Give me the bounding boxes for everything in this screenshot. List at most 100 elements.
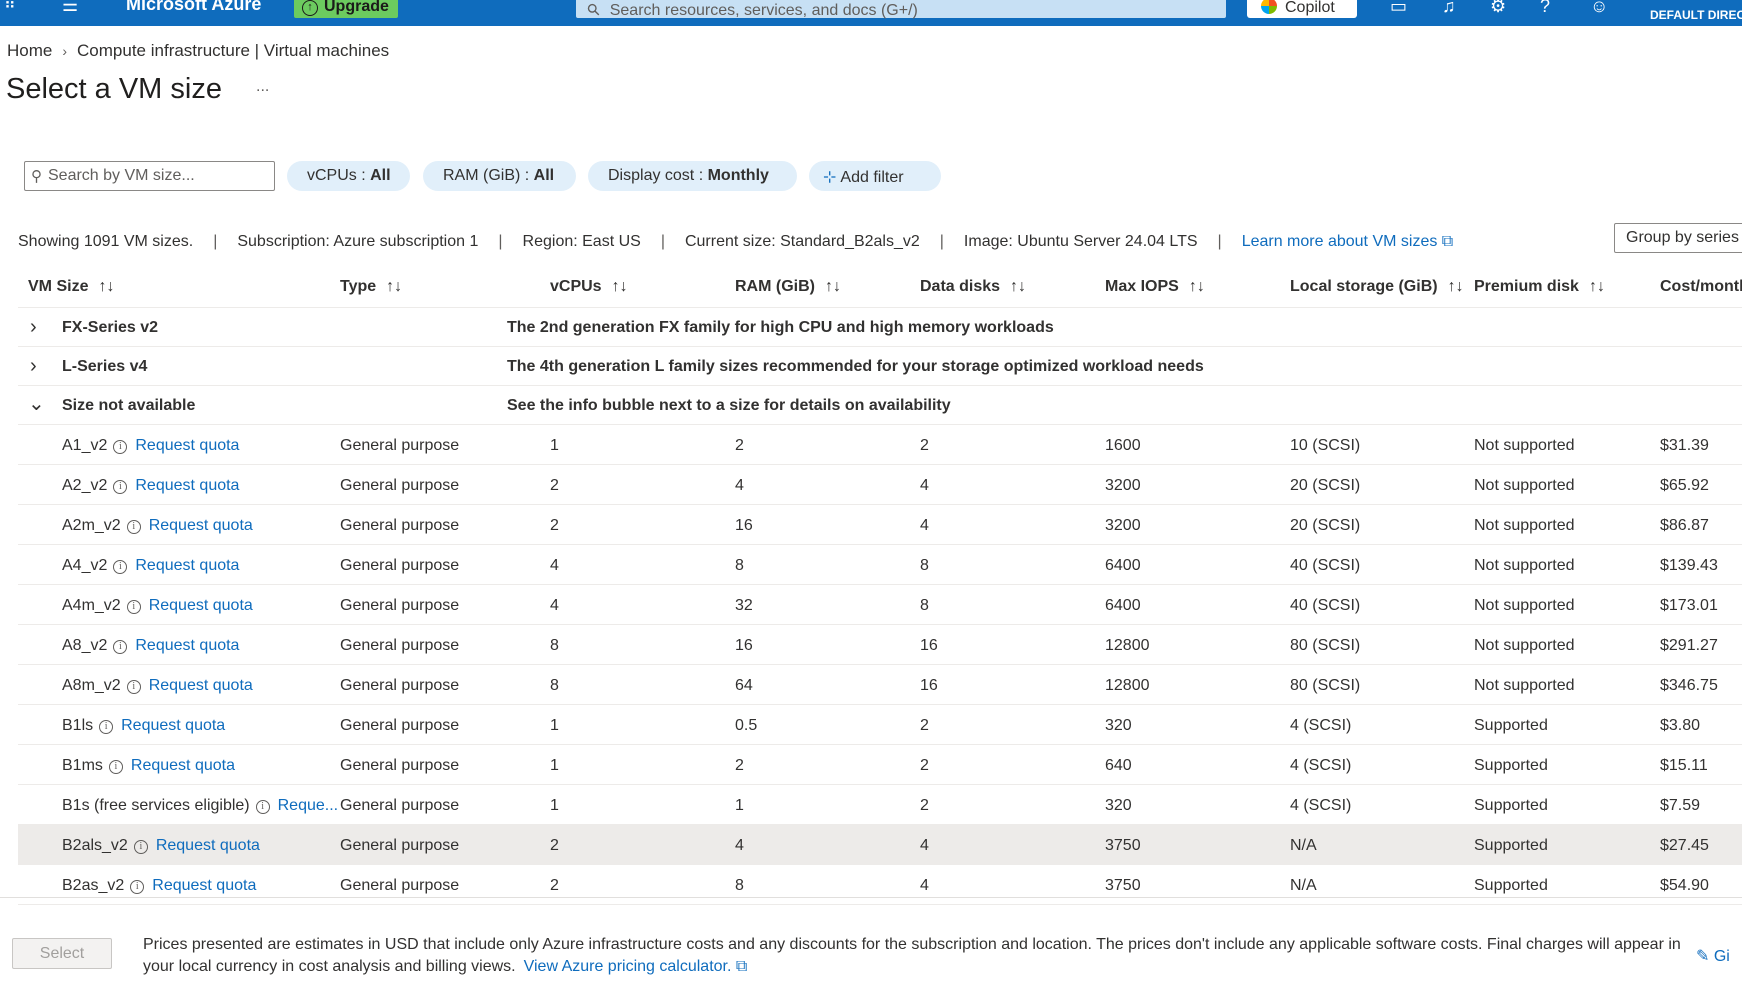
ram-cell: 0.5 [735,717,758,734]
table-row[interactable]: A8m_v2 i Request quota General purpose 8 64 16… [18,665,1742,705]
notifications-icon[interactable]: ♫ [1442,0,1456,17]
info-icon[interactable]: i [113,560,128,574]
table-row[interactable]: A2m_v2 i Request quota General purpose 2 16 4 3… [18,505,1742,545]
menu-icon[interactable]: ☰ [62,0,78,16]
add-filter-button[interactable]: ⊹ Add filter [809,161,941,191]
global-search-input[interactable]: ⚲ Search resources, services, and docs (G… [576,0,1226,21]
request-quota-link[interactable]: Request quota [149,597,253,614]
column-header-local-storage[interactable]: Local storage (GiB) ↑↓ [1290,278,1464,296]
app-launcher-icon[interactable]: ⠿ [4,0,17,14]
brand-name[interactable]: Microsoft Azure [126,0,261,15]
current-size-info: Current size: Standard_B2als_v2 [684,233,920,250]
feedback-person-icon[interactable]: ☺ [1590,0,1608,17]
table-row[interactable]: B2als_v2 i Request quota General purpose 2 4 4… [18,825,1742,865]
vm-size-cell: A4_v2 i Request quota [62,557,239,575]
request-quota-link[interactable]: Request quota [135,437,239,454]
copilot-button[interactable]: Copilot [1247,0,1357,18]
info-icon[interactable]: i [126,600,141,614]
vm-size-search-input[interactable] [48,167,258,185]
info-icon[interactable]: i [108,760,123,774]
display-cost-filter[interactable]: Display cost : Monthly [588,161,797,191]
table-row[interactable]: A4m_v2 i Request quota General purpose 4 32 8 6… [18,585,1742,625]
chevron-right-icon[interactable]: › [30,355,37,378]
ram-filter[interactable]: RAM (GiB) : All [423,161,576,191]
request-quota-link[interactable]: Request quota [135,477,239,494]
group-by-series-button[interactable]: Group by series [1614,223,1742,253]
sort-icon: ↑↓ [1447,278,1464,295]
column-header-data-disks[interactable]: Data disks ↑↓ [920,278,1026,296]
column-header-vm-size[interactable]: VM Size ↑↓ [28,278,114,296]
learn-more-link[interactable]: Learn more about VM sizes ⧉ [1242,233,1454,250]
group-row-fx-series-v2[interactable]: › FX-Series v2 The 2nd generation FX fam… [18,308,1742,347]
pricing-calculator-link[interactable]: View Azure pricing calculator. ⧉ [524,958,748,975]
disks-cell: 16 [920,677,938,694]
select-button[interactable]: Select [12,938,112,969]
request-quota-link[interactable]: Request quota [152,877,256,894]
more-options-icon[interactable]: ... [256,78,269,96]
vm-size-cell: B1ms i Request quota [62,757,235,775]
table-row[interactable]: B1ls i Request quota General purpose 1 0.5 2 32… [18,705,1742,745]
vcpus-filter[interactable]: vCPUs : All [287,161,410,191]
account-menu[interactable]: DEFAULT DIRECT [1650,0,1742,22]
storage-cell: 80 (SCSI) [1290,637,1361,654]
group-row-l-series-v4[interactable]: › L-Series v4 The 4th generation L famil… [18,347,1742,386]
table-row[interactable]: A2_v2 i Request quota General purpose 2 4 4 320… [18,465,1742,505]
info-icon[interactable]: i [113,640,128,654]
iops-cell: 12800 [1105,637,1150,654]
request-quota-link[interactable]: Request quota [131,757,235,774]
header-label: vCPUs [550,278,602,295]
copilot-icon [1261,0,1277,14]
storage-cell: 20 (SCSI) [1290,477,1361,494]
cost-cell: $291.27 [1660,637,1718,654]
column-header-max-iops[interactable]: Max IOPS ↑↓ [1105,278,1205,296]
give-feedback-button[interactable]: ✎ Gi [1696,946,1730,966]
request-quota-link[interactable]: Request quota [156,837,260,854]
separator: | [939,233,944,250]
info-icon[interactable]: i [113,440,128,454]
info-icon[interactable]: i [133,840,148,854]
search-icon: ⚲ [31,168,42,185]
table-row[interactable]: A4_v2 i Request quota General purpose 4 8 8 640… [18,545,1742,585]
column-header-ram[interactable]: RAM (GiB) ↑↓ [735,278,841,296]
premium-cell: Supported [1474,757,1548,774]
request-quota-link[interactable]: Request quota [149,517,253,534]
info-icon[interactable]: i [130,880,145,894]
request-quota-link[interactable]: Request quota [149,677,253,694]
breadcrumb-home[interactable]: Home [7,41,52,60]
request-quota-link[interactable]: Request quota [121,717,225,734]
table-row[interactable]: B1s (free services eligible) i Reque... Gen… [18,785,1742,825]
group-row-size-not-available[interactable]: ⌄ Size not available See the info bubble… [18,386,1742,425]
chevron-right-icon[interactable]: › [30,316,37,339]
column-header-premium-disk[interactable]: Premium disk ↑↓ [1474,278,1605,296]
column-header-vcpus[interactable]: vCPUs ↑↓ [550,278,628,296]
request-quota-link[interactable]: Request quota [135,637,239,654]
column-header-type[interactable]: Type ↑↓ [340,278,402,296]
image-info: Image: Ubuntu Server 24.04 LTS [963,233,1198,250]
disks-cell: 4 [920,477,929,494]
info-icon[interactable]: i [126,520,141,534]
settings-gear-icon[interactable]: ⚙ [1490,0,1506,17]
type-cell: General purpose [340,877,460,894]
table-row[interactable]: B2as_v2 i Request quota General purpose 2 8 4 3… [18,865,1742,905]
info-icon[interactable]: i [113,480,128,494]
column-header-cost[interactable]: Cost/month [1660,278,1742,296]
table-row[interactable]: B1ms i Request quota General purpose 1 2 2 640 4… [18,745,1742,785]
vm-size-name: A4_v2 [62,557,108,574]
request-quota-link[interactable]: Reque... [278,797,338,814]
iops-cell: 3750 [1105,877,1141,894]
help-icon[interactable]: ? [1540,0,1550,17]
info-icon[interactable]: i [99,720,114,734]
vm-size-name: A2m_v2 [62,517,121,534]
breadcrumb-current[interactable]: Compute infrastructure | Virtual machine… [77,41,389,60]
chevron-down-icon[interactable]: ⌄ [28,391,45,416]
info-icon[interactable]: i [126,680,141,694]
table-row[interactable]: A1_v2 i Request quota General purpose 1 2 2 160… [18,425,1742,465]
give-feedback-label: Gi [1713,948,1730,965]
table-row[interactable]: A8_v2 i Request quota General purpose 8 16 16 1… [18,625,1742,665]
request-quota-link[interactable]: Request quota [135,557,239,574]
chevron-right-icon: › [62,43,68,59]
vm-size-cell: A8m_v2 i Request quota [62,677,253,695]
info-icon[interactable]: i [255,800,270,814]
upgrade-button[interactable]: ↑ Upgrade [294,0,398,18]
cloud-shell-icon[interactable]: ▭ [1390,0,1407,17]
